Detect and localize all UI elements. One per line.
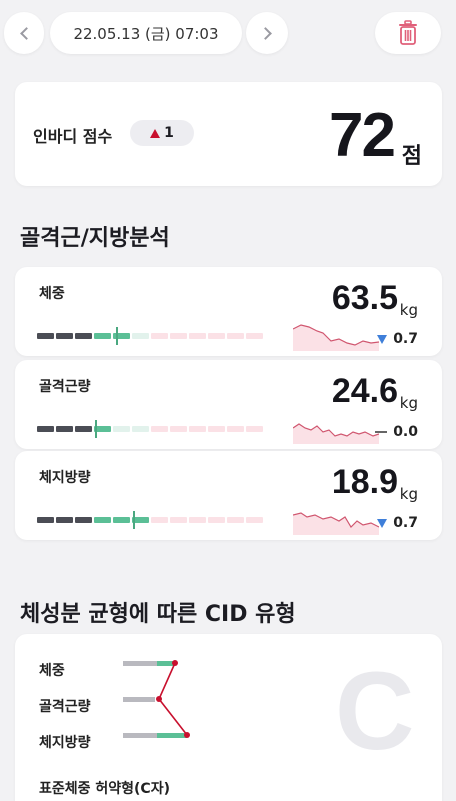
section-title-muscle-fat: 골격근/지방분석 xyxy=(20,226,170,251)
no-change-icon xyxy=(375,431,388,433)
metric-change: 0.7 xyxy=(377,515,418,531)
gauge-segment xyxy=(170,426,187,432)
metric-change: 0.0 xyxy=(375,424,418,440)
gauge-segment xyxy=(56,333,73,339)
trash-icon xyxy=(399,20,417,45)
gauge-segment xyxy=(56,517,73,523)
date-selector[interactable]: 22.05.13 (금) 07:03 xyxy=(50,12,242,54)
cid-row-label: 골격근량 xyxy=(39,699,91,715)
metric-change: 0.7 xyxy=(377,331,418,347)
cid-type-label: 표준체중 허약형(C자) xyxy=(39,781,170,797)
metric-unit: kg xyxy=(399,301,418,319)
metric-change-value: 0.7 xyxy=(393,331,418,347)
gauge-segment xyxy=(113,426,130,432)
gauge-segment xyxy=(151,517,168,523)
prev-date-button[interactable] xyxy=(4,12,44,54)
metric-value: 24.6 xyxy=(331,372,398,410)
date-label: 22.05.13 (금) 07:03 xyxy=(73,24,219,43)
gauge-segment xyxy=(151,333,168,339)
range-gauge xyxy=(37,511,273,529)
arrow-down-icon xyxy=(377,518,388,528)
gauge-segment xyxy=(113,517,130,523)
cid-shape-graph xyxy=(123,660,190,738)
metric-value: 18.9 xyxy=(331,463,398,501)
gauge-segment xyxy=(170,333,187,339)
trend-sparkline xyxy=(293,324,379,351)
range-gauge xyxy=(37,420,273,438)
gauge-segment xyxy=(37,426,54,432)
gauge-segment xyxy=(170,517,187,523)
gauge-segment xyxy=(56,426,73,432)
metric-label: 골격근량 xyxy=(39,379,91,395)
gauge-marker xyxy=(116,327,119,345)
gauge-segment xyxy=(246,426,263,432)
metric-change-value: 0.0 xyxy=(393,424,418,440)
score-label: 인바디 점수 xyxy=(33,127,113,146)
gauge-segment xyxy=(75,333,92,339)
metric-card-weight[interactable]: 체중 63.5 kg 0.7 xyxy=(15,267,442,356)
gauge-marker xyxy=(132,511,135,529)
gauge-segment xyxy=(227,333,244,339)
cid-row-label: 체지방량 xyxy=(39,735,91,751)
gauge-segment xyxy=(75,517,92,523)
gauge-segment xyxy=(132,333,149,339)
gauge-segment xyxy=(189,426,206,432)
gauge-segment xyxy=(227,517,244,523)
score-change-value: 1 xyxy=(164,125,174,141)
arrow-down-icon xyxy=(377,334,388,344)
gauge-segment xyxy=(246,517,263,523)
score-unit: 점 xyxy=(401,144,422,169)
gauge-marker xyxy=(95,420,97,438)
metric-unit: kg xyxy=(399,485,418,503)
trend-sparkline xyxy=(293,512,379,535)
gauge-segment xyxy=(151,426,168,432)
cid-type-letter: C xyxy=(335,650,415,773)
next-date-button[interactable] xyxy=(246,12,288,54)
gauge-segment xyxy=(208,426,225,432)
metric-label: 체중 xyxy=(39,286,65,302)
gauge-segment xyxy=(94,333,111,339)
gauge-segment xyxy=(75,426,92,432)
metric-card-skeletal-muscle[interactable]: 골격근량 24.6 kg 0.0 xyxy=(15,360,442,449)
trend-sparkline xyxy=(293,423,379,444)
cid-row-label: 체중 xyxy=(39,663,65,679)
top-bar: 22.05.13 (금) 07:03 xyxy=(0,0,456,66)
chevron-left-icon xyxy=(19,26,33,40)
gauge-segment xyxy=(37,517,54,523)
cid-type-card[interactable]: 체중 골격근량 체지방량 C 표준체중 허약형(C자) xyxy=(15,634,442,801)
metric-label: 체지방량 xyxy=(39,470,91,486)
metric-card-body-fat[interactable]: 체지방량 18.9 kg 0.7 xyxy=(15,451,442,540)
gauge-segment xyxy=(189,517,206,523)
gauge-segment xyxy=(189,333,206,339)
score-value: 72 xyxy=(329,101,396,170)
chevron-right-icon xyxy=(258,26,272,40)
gauge-segment xyxy=(208,517,225,523)
inbody-score-card[interactable]: 인바디 점수 1 72 점 xyxy=(15,82,442,186)
range-gauge xyxy=(37,327,273,345)
metric-change-value: 0.7 xyxy=(393,515,418,531)
gauge-segment xyxy=(246,333,263,339)
arrow-up-icon xyxy=(150,128,161,138)
gauge-segment xyxy=(37,333,54,339)
metric-value: 63.5 xyxy=(331,279,398,317)
gauge-segment xyxy=(132,426,149,432)
delete-button[interactable] xyxy=(375,12,441,54)
gauge-segment xyxy=(94,517,111,523)
metric-unit: kg xyxy=(399,394,418,412)
score-change-badge: 1 xyxy=(130,120,194,146)
gauge-segment xyxy=(208,333,225,339)
section-title-cid: 체성분 균형에 따른 CID 유형 xyxy=(20,602,296,627)
gauge-segment xyxy=(227,426,244,432)
